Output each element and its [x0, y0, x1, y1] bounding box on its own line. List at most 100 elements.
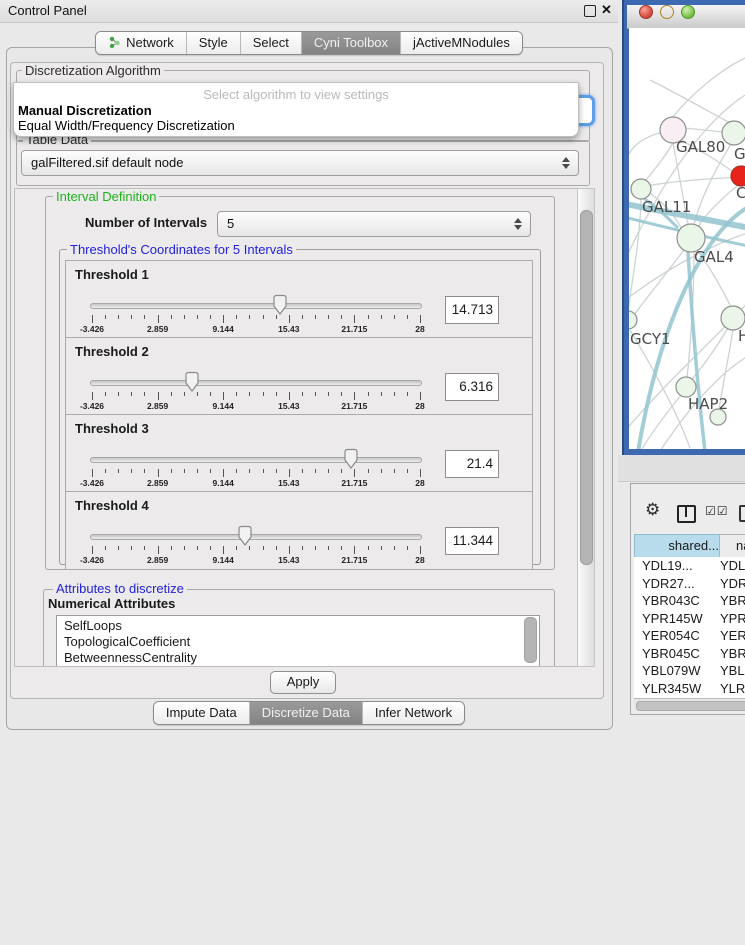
combo-arrows-icon: [514, 218, 521, 230]
vertical-scrollbar[interactable]: [577, 188, 595, 667]
tick-mark: [381, 392, 382, 396]
table-row[interactable]: YPR145WYPR1: [634, 610, 745, 628]
tick-mark: [328, 392, 329, 396]
tab-discretize-data[interactable]: Discretize Data: [249, 702, 362, 724]
network-edge[interactable]: [629, 199, 641, 312]
network-canvas[interactable]: GAL80GACGAL11GAL4GCY1HHAP2: [629, 28, 745, 449]
zoom-traffic-light-icon[interactable]: [681, 5, 695, 19]
network-edge[interactable]: [694, 144, 731, 225]
threshold-value-field[interactable]: 11.344: [445, 527, 499, 555]
table-data-combobox[interactable]: galFiltered.sif default node: [21, 150, 579, 176]
threshold-slider-track[interactable]: [90, 534, 422, 540]
table-horizontal-scrollbar-thumb[interactable]: [636, 701, 745, 711]
network-node-hap2[interactable]: [676, 377, 696, 397]
algorithm-option-manual[interactable]: Manual Discretization: [17, 103, 574, 118]
tab-cyni-toolbox[interactable]: Cyni Toolbox: [301, 32, 400, 54]
threshold-slider-track[interactable]: [90, 457, 422, 463]
table-row[interactable]: YER054CYER0: [634, 627, 745, 645]
table-row[interactable]: YDR27...YDR2: [634, 575, 745, 593]
tick-mark: [236, 392, 237, 396]
tick-mark: [105, 469, 106, 473]
clipped-toolbar-icon[interactable]: [739, 505, 745, 522]
tab-label: Impute Data: [166, 705, 237, 720]
tick-mark: [210, 315, 211, 319]
threshold-slider-track[interactable]: [90, 303, 422, 309]
tick-label: -3.426: [70, 555, 114, 565]
number-of-intervals-combobox[interactable]: 5: [217, 211, 531, 237]
tick-mark: [210, 392, 211, 396]
tick-mark: [263, 315, 264, 319]
close-traffic-light-icon[interactable]: [639, 5, 653, 19]
tick-mark: [158, 546, 159, 554]
column-header-name[interactable]: na: [719, 534, 745, 558]
tick-label: -3.426: [70, 401, 114, 411]
tick-mark: [341, 546, 342, 550]
network-node-gal11[interactable]: [631, 179, 651, 199]
tick-mark: [354, 546, 355, 554]
tick-mark: [354, 392, 355, 400]
select-columns-checkboxes-icon[interactable]: ☑☑: [705, 504, 729, 518]
list-item[interactable]: SelfLoops: [64, 618, 122, 634]
table-row[interactable]: YBR045CYBR0: [634, 645, 745, 663]
network-edge[interactable]: [645, 143, 673, 181]
tick-mark: [420, 469, 421, 477]
list-item[interactable]: BetweennessCentrality: [64, 650, 197, 666]
threshold-value-field[interactable]: 14.713: [445, 296, 499, 324]
list-item[interactable]: TopologicalCoefficient: [64, 634, 190, 650]
network-edge[interactable]: [646, 177, 745, 186]
algorithm-option-equal-width[interactable]: Equal Width/Frequency Discretization: [17, 118, 574, 133]
table-row[interactable]: YBR043CYBR0: [634, 592, 745, 610]
attributes-list-scrollbar[interactable]: [524, 617, 537, 663]
vertical-scrollbar-thumb[interactable]: [580, 210, 593, 565]
interval-definition-title: Interval Definition: [53, 190, 159, 203]
tab-network[interactable]: Network: [96, 32, 186, 54]
threshold-slider-track[interactable]: [90, 380, 422, 386]
table-row[interactable]: YDL19...YDL1: [634, 557, 745, 575]
number-of-intervals-label: Number of Intervals: [85, 215, 207, 230]
tick-mark: [223, 546, 224, 554]
tick-mark: [118, 546, 119, 550]
minimize-traffic-light-icon[interactable]: [660, 5, 674, 19]
tab-infer-network[interactable]: Infer Network: [362, 702, 464, 724]
numerical-attributes-list[interactable]: SelfLoopsTopologicalCoefficientBetweenne…: [56, 615, 540, 667]
tab-jactivemnodules[interactable]: jActiveMNodules: [400, 32, 522, 54]
tick-label: 15.43: [267, 478, 311, 488]
threshold-label: Threshold 4: [75, 498, 149, 513]
tick-mark: [263, 392, 264, 396]
cell-shared-name: YBR045C: [642, 645, 700, 662]
tab-select[interactable]: Select: [240, 32, 301, 54]
tick-mark: [328, 315, 329, 319]
table-horizontal-scrollbar[interactable]: [634, 698, 745, 711]
network-node[interactable]: [731, 166, 745, 186]
network-thick-edge[interactable]: [688, 252, 705, 449]
column-header-shared-name[interactable]: shared...: [634, 534, 728, 558]
table-row[interactable]: YLR345WYLR3: [634, 680, 745, 698]
tab-impute-data[interactable]: Impute Data: [154, 702, 249, 724]
tick-label: 2.859: [136, 555, 180, 565]
bottom-tab-bar: Impute Data Discretize DataInfer Network: [0, 701, 618, 725]
tick-mark: [171, 315, 172, 319]
slider-thumb[interactable]: [271, 294, 289, 316]
network-node[interactable]: [722, 121, 745, 145]
network-node-gcy1[interactable]: [629, 311, 637, 329]
tick-mark: [249, 469, 250, 473]
tick-mark: [263, 546, 264, 550]
columns-icon[interactable]: [677, 505, 696, 523]
network-edge[interactable]: [673, 58, 745, 117]
slider-thumb[interactable]: [183, 371, 201, 393]
table-row[interactable]: YBL079WYBL0: [634, 662, 745, 680]
tab-label: Style: [199, 35, 228, 50]
threshold-value-field[interactable]: 21.4: [445, 450, 499, 478]
slider-thumb[interactable]: [236, 525, 254, 547]
tab-style[interactable]: Style: [186, 32, 240, 54]
float-window-icon[interactable]: [584, 5, 596, 17]
threshold-value-field[interactable]: 6.316: [445, 373, 499, 401]
apply-button[interactable]: Apply: [270, 671, 336, 694]
tick-mark: [328, 469, 329, 473]
gear-icon[interactable]: ⚙: [645, 500, 660, 520]
network-edge[interactable]: [650, 80, 734, 125]
close-icon[interactable]: ✕: [601, 2, 612, 18]
slider-thumb[interactable]: [342, 448, 360, 470]
tick-mark: [197, 546, 198, 550]
cell-name: YER0: [720, 627, 745, 644]
